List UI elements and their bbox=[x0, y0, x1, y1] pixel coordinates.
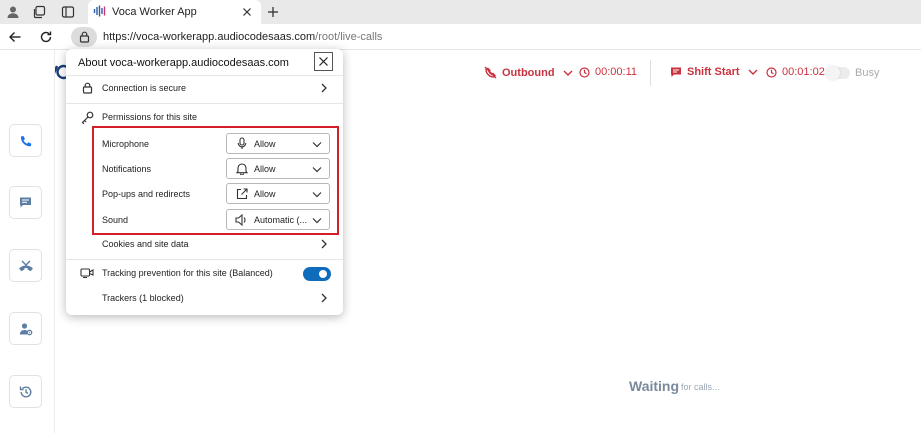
microphone-permission-value: Allow bbox=[254, 139, 276, 149]
voca-favicon-icon bbox=[93, 4, 107, 18]
notifications-permission-value: Allow bbox=[254, 164, 276, 174]
shift-timer: 00:01:02 bbox=[766, 66, 825, 78]
popups-permission-value: Allow bbox=[254, 189, 276, 199]
phone-icon bbox=[19, 134, 33, 148]
popup-divider bbox=[66, 75, 343, 76]
sidebar-chat-button[interactable] bbox=[9, 186, 42, 219]
back-icon[interactable] bbox=[6, 28, 24, 46]
notifications-permission-select[interactable]: Allow bbox=[226, 158, 330, 179]
tracking-prevention-label: Tracking prevention for this site (Balan… bbox=[102, 268, 273, 278]
new-tab-icon[interactable] bbox=[264, 3, 282, 21]
trackers-label: Trackers (1 blocked) bbox=[102, 293, 184, 303]
collections-icon[interactable] bbox=[30, 3, 48, 21]
permission-label-popups: Pop-ups and redirects bbox=[102, 189, 191, 199]
chevron-down-icon bbox=[748, 68, 758, 76]
outbound-timer-value: 00:00:11 bbox=[595, 66, 638, 78]
site-info-popup: About voca-workerapp.audiocodesaas.com C… bbox=[66, 49, 343, 315]
chevron-right-icon bbox=[318, 238, 330, 250]
cookies-row[interactable]: Cookies and site data bbox=[66, 233, 343, 257]
chat-icon bbox=[19, 196, 32, 209]
connection-secure-label: Connection is secure bbox=[102, 83, 187, 93]
clock-icon bbox=[579, 66, 590, 78]
profile-icon[interactable] bbox=[4, 3, 22, 21]
speaker-icon bbox=[235, 213, 248, 226]
lock-icon bbox=[79, 31, 90, 43]
sidebar-user-settings-button[interactable] bbox=[9, 312, 42, 345]
chevron-right-icon bbox=[318, 292, 330, 304]
busy-label: Busy bbox=[855, 67, 880, 79]
shift-start-dropdown[interactable]: Shift Start bbox=[670, 66, 758, 78]
shift-start-label: Shift Start bbox=[687, 66, 740, 78]
bell-icon bbox=[235, 162, 248, 175]
url-field[interactable]: https://voca-workerapp.audiocodesaas.com… bbox=[103, 31, 382, 43]
url-path: /root/live-calls bbox=[315, 31, 383, 43]
microphone-permission-select[interactable]: Allow bbox=[226, 133, 330, 154]
chevron-down-icon bbox=[563, 69, 573, 77]
microphone-icon bbox=[235, 137, 248, 150]
key-icon bbox=[80, 110, 94, 124]
popup-close-button[interactable] bbox=[314, 52, 333, 71]
external-link-icon bbox=[235, 187, 248, 200]
sound-permission-select[interactable]: Automatic (... bbox=[226, 209, 330, 230]
tab-title: Voca Worker App bbox=[112, 6, 197, 18]
busy-toggle[interactable] bbox=[826, 66, 850, 80]
chevron-down-icon bbox=[311, 138, 323, 150]
missed-call-icon bbox=[18, 259, 33, 273]
permission-label-microphone: Microphone bbox=[102, 139, 150, 149]
header-divider bbox=[650, 60, 651, 86]
user-settings-icon bbox=[19, 322, 33, 336]
message-icon bbox=[670, 66, 682, 78]
chevron-down-icon bbox=[311, 214, 323, 226]
close-icon bbox=[318, 56, 329, 67]
outbound-timer: 00:00:11 bbox=[579, 66, 637, 78]
permissions-label: Permissions for this site bbox=[102, 112, 198, 122]
url-host: https://voca-workerapp.audiocodesaas.com bbox=[103, 31, 316, 43]
popup-divider bbox=[66, 259, 343, 260]
lock-icon bbox=[80, 81, 94, 95]
sidebar-missed-calls-button[interactable] bbox=[9, 249, 42, 282]
popup-divider bbox=[66, 103, 343, 104]
refresh-icon[interactable] bbox=[37, 28, 55, 46]
waiting-subtext: for calls... bbox=[681, 382, 720, 392]
chevron-down-icon bbox=[311, 188, 323, 200]
close-tab-icon[interactable] bbox=[239, 4, 255, 20]
sidebar-calls-button[interactable] bbox=[9, 124, 42, 157]
history-icon bbox=[19, 385, 33, 399]
chevron-right-icon bbox=[318, 82, 330, 94]
shift-timer-value: 00:01:02 bbox=[782, 66, 825, 78]
connection-secure-row[interactable]: Connection is secure bbox=[66, 77, 343, 101]
outbound-dropdown[interactable]: Outbound bbox=[484, 66, 573, 79]
tracking-prevention-toggle[interactable] bbox=[303, 267, 331, 281]
trackers-row[interactable]: Trackers (1 blocked) bbox=[66, 287, 343, 311]
popups-permission-select[interactable]: Allow bbox=[226, 183, 330, 204]
tab-actions-icon[interactable] bbox=[59, 3, 77, 21]
popup-title: About voca-workerapp.audiocodesaas.com bbox=[78, 57, 289, 69]
browser-tab-bar: Voca Worker App bbox=[0, 0, 921, 24]
sidebar-history-button[interactable] bbox=[9, 375, 42, 408]
outbound-label: Outbound bbox=[502, 66, 555, 79]
address-bar: https://voca-workerapp.audiocodesaas.com… bbox=[0, 24, 921, 50]
call-disconnect-icon bbox=[484, 66, 497, 79]
permission-label-notifications: Notifications bbox=[102, 164, 152, 174]
tracking-camera-icon bbox=[80, 266, 94, 280]
permission-label-sound: Sound bbox=[102, 215, 129, 225]
cookies-label: Cookies and site data bbox=[102, 239, 189, 249]
tab-voca-worker-app[interactable]: Voca Worker App bbox=[88, 0, 261, 24]
tracking-prevention-row: Tracking prevention for this site (Balan… bbox=[66, 262, 343, 286]
clock-icon bbox=[766, 66, 777, 78]
sound-permission-value: Automatic (... bbox=[254, 215, 308, 225]
chevron-down-icon bbox=[311, 163, 323, 175]
app-sidebar bbox=[0, 50, 55, 433]
site-info-button[interactable] bbox=[71, 27, 97, 47]
waiting-text: Waiting bbox=[629, 378, 680, 394]
